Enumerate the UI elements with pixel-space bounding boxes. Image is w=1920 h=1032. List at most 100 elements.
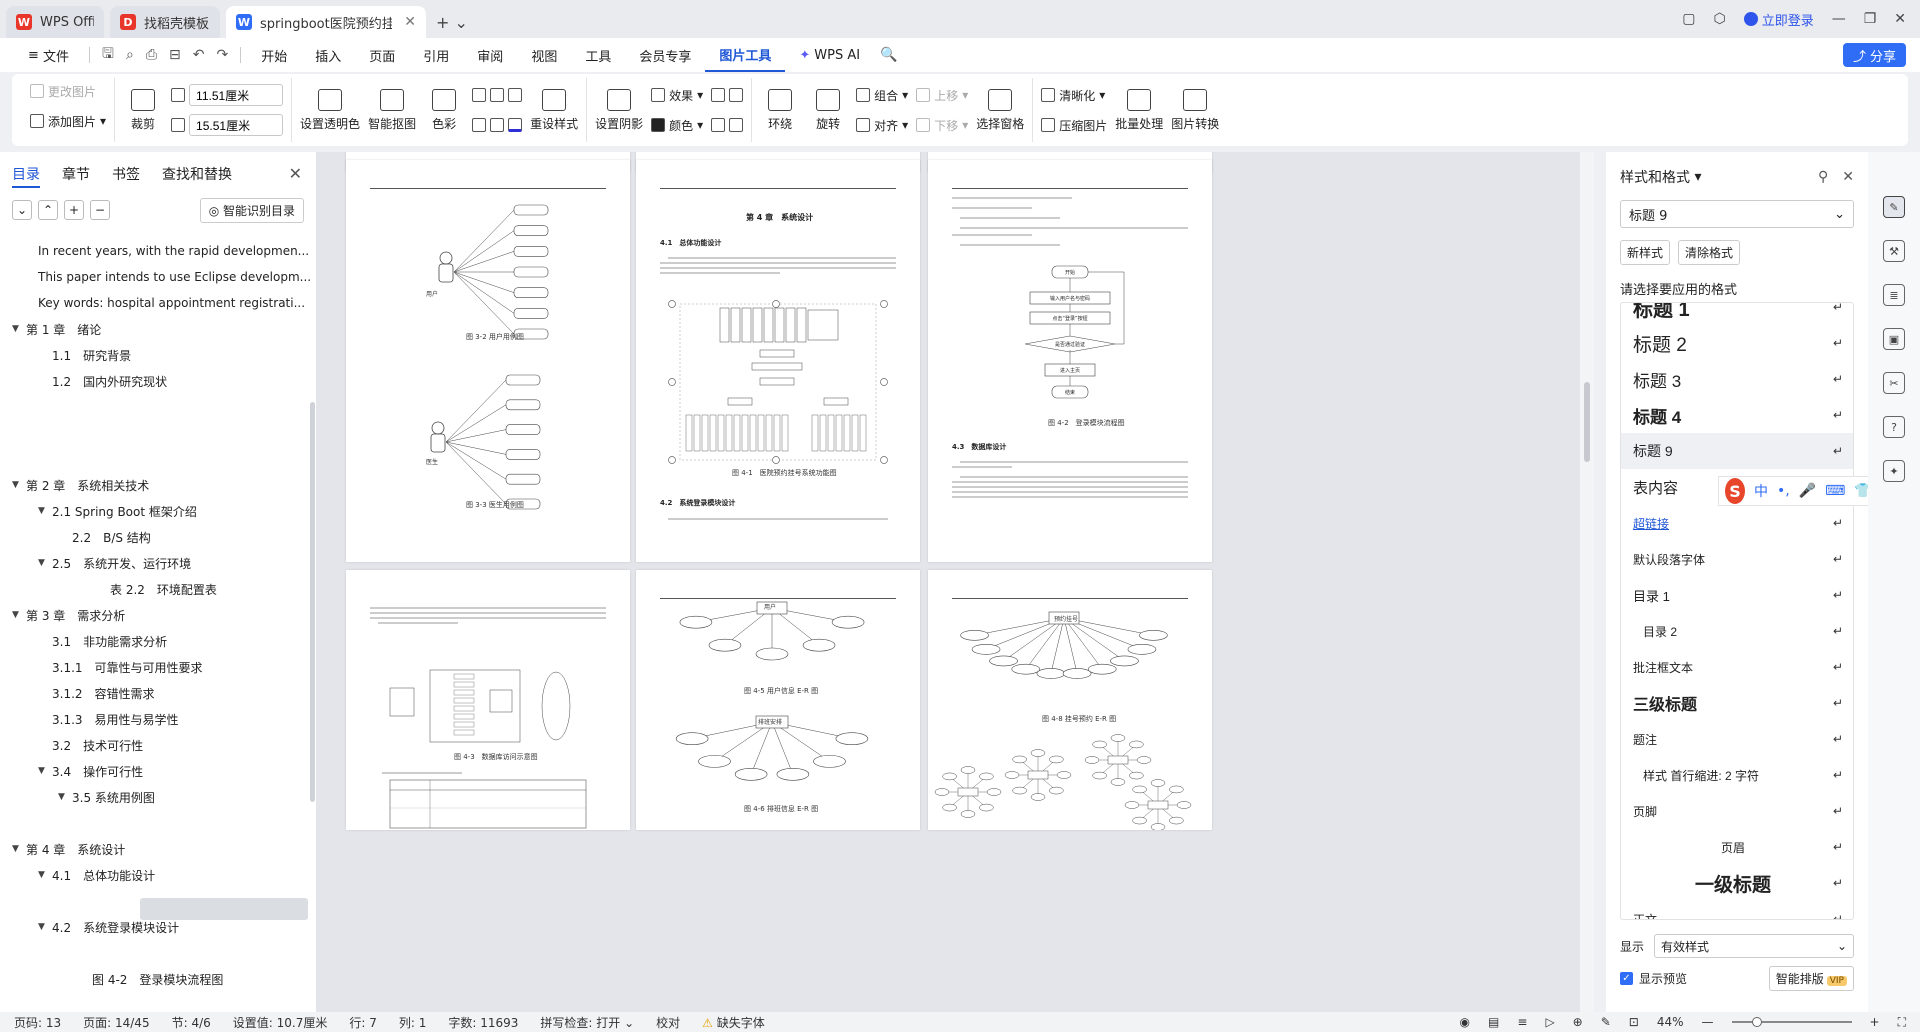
expand-arrow-icon[interactable]: ▼ xyxy=(38,506,52,516)
toc-item[interactable]: ▼ 第 4 章 系统设计 xyxy=(0,836,316,862)
browser-tab[interactable]: Wspringboot医院预约挂号系统✕ xyxy=(226,6,426,38)
set-transparent-button[interactable]: 设置透明色 xyxy=(300,88,360,132)
line-color-icon[interactable] xyxy=(508,118,523,132)
save-icon[interactable]: 🖫 xyxy=(96,43,120,67)
style-item[interactable]: 目录 2 ↵ xyxy=(1621,613,1853,649)
toc-item[interactable] xyxy=(0,940,316,966)
image-icon[interactable]: ▣ xyxy=(1883,328,1905,350)
login-button[interactable]: 立即登录 xyxy=(1743,10,1814,29)
plugin-icon[interactable]: ✦ xyxy=(1883,460,1905,482)
status-page[interactable]: 页面: 14/45 xyxy=(83,1014,149,1031)
clarify-button[interactable]: 清晰化 ▾ xyxy=(1041,82,1107,108)
style-item[interactable]: 标题 4 ↵ xyxy=(1621,397,1853,433)
ime-mic-icon[interactable]: 🎤 xyxy=(1799,483,1816,499)
preview-checkbox[interactable]: ✓ xyxy=(1620,972,1633,985)
toc-item[interactable]: ▼ 2.1 Spring Boot 框架介绍 xyxy=(0,498,316,524)
style-item[interactable]: 标题 1 ↵ xyxy=(1621,303,1853,325)
toc-item[interactable]: ▼ 第 3 章 需求分析 xyxy=(0,602,316,628)
menu-item[interactable]: 视图 xyxy=(517,38,571,72)
style-brush-icon[interactable]: ✎ xyxy=(1883,196,1905,218)
page-db-access[interactable]: 图 4-3 数据库访问示意图 xyxy=(346,570,630,830)
shadow-small4-icon[interactable] xyxy=(729,118,744,132)
color-button[interactable]: 色彩 xyxy=(424,88,464,132)
page-er-diagrams-2[interactable]: 预约挂号 图 4-8 挂号预约 E-R 图 xyxy=(928,570,1212,830)
toc-item[interactable]: 3.1.3 易用性与易学性 xyxy=(0,706,316,732)
nav-tab[interactable]: 查找和替换 xyxy=(162,164,232,188)
width-input[interactable] xyxy=(189,84,284,106)
zoom-in-icon[interactable]: + xyxy=(1870,1015,1880,1029)
style-item[interactable]: 正文 ↵ xyxy=(1621,901,1853,919)
wrap-button[interactable]: 环绕 xyxy=(760,88,800,132)
align-button[interactable]: 对齐 ▾ xyxy=(856,112,908,138)
expand-arrow-icon[interactable]: ▼ xyxy=(38,558,52,568)
effects-button[interactable]: 效果 ▾ xyxy=(651,82,703,108)
new-tab-button[interactable]: + ⌄ xyxy=(426,6,478,38)
sun-dim-icon[interactable] xyxy=(490,118,505,132)
toc-item[interactable]: 3.2 技术可行性 xyxy=(0,732,316,758)
contrast-icon[interactable] xyxy=(490,88,505,102)
move-down-button[interactable]: 下移 ▾ xyxy=(916,112,968,138)
toc-item[interactable]: 表 2.2 环境配置表 xyxy=(0,576,316,602)
style-item[interactable]: 标题 2 ↵ xyxy=(1621,325,1853,361)
smart-layout-button[interactable]: 智能排版 VIP xyxy=(1768,966,1854,991)
pen-icon[interactable]: ✎ xyxy=(1601,1015,1611,1029)
batch-button[interactable]: 批量处理 xyxy=(1115,88,1163,132)
border-color-button[interactable]: 颜色 ▾ xyxy=(651,112,703,138)
nav-tab[interactable]: 章节 xyxy=(62,164,90,188)
nav-tab[interactable]: 目录 xyxy=(12,164,40,188)
toc-item[interactable]: 3.1.2 容错性需求 xyxy=(0,680,316,706)
toc-item[interactable]: Key words: hospital appointment registra… xyxy=(0,290,316,316)
nav-tab[interactable]: 书签 xyxy=(112,164,140,188)
toc-item[interactable] xyxy=(0,394,316,420)
help-icon[interactable]: ? xyxy=(1883,416,1905,438)
toc-item[interactable] xyxy=(0,810,316,836)
brightness-icon[interactable] xyxy=(472,88,487,102)
wps-ai-button[interactable]: ✦ WPS AI xyxy=(785,38,874,72)
crop-button[interactable]: 裁剪 xyxy=(123,88,163,132)
style-item[interactable]: 三级标题 ↵ xyxy=(1621,685,1853,721)
add-image-button[interactable]: 添加图片 ▾ xyxy=(30,108,106,134)
redo-icon[interactable]: ↷ xyxy=(211,47,235,63)
page-use-case[interactable]: 用户 图 3-2 用户用例图 医生 图 3-3 医生用例图 xyxy=(346,160,630,562)
toc-item[interactable]: ▼ 第 2 章 系统相关技术 xyxy=(0,472,316,498)
preview-icon[interactable]: ⊟ xyxy=(163,47,187,63)
zoom-level[interactable]: 44% xyxy=(1657,1015,1684,1029)
expand-arrow-icon[interactable]: ▼ xyxy=(38,870,52,880)
style-item[interactable]: 页眉 ↵ xyxy=(1621,829,1853,865)
style-item[interactable]: 标题 9 ↵ xyxy=(1621,433,1853,469)
add-icon[interactable]: + xyxy=(64,200,84,220)
style-item[interactable]: 一级标题 ↵ xyxy=(1621,865,1853,901)
ime-chinese-icon[interactable]: 中 xyxy=(1754,481,1768,501)
cube-icon[interactable]: ⬡ xyxy=(1713,11,1725,27)
toc-item[interactable]: 图 4-2 登录模块流程图 xyxy=(0,966,316,992)
toc-item[interactable]: 3.1 非功能需求分析 xyxy=(0,628,316,654)
page-view-icon[interactable]: ▤ xyxy=(1488,1015,1499,1029)
outline-view-icon[interactable]: ≡ xyxy=(1517,1015,1527,1029)
web-view-icon[interactable]: ⊕ xyxy=(1573,1015,1583,1029)
close-window-button[interactable]: ✕ xyxy=(1894,11,1906,27)
new-style-button[interactable]: 新样式 xyxy=(1620,240,1671,265)
ime-punct-icon[interactable]: •, xyxy=(1777,483,1790,499)
toc-item[interactable]: This paper intends to use Eclipse develo… xyxy=(0,264,316,290)
close-tab-icon[interactable]: ✕ xyxy=(404,14,416,30)
style-item[interactable]: 目录 1 ↵ xyxy=(1621,577,1853,613)
style-item[interactable]: 批注框文本 ↵ xyxy=(1621,649,1853,685)
file-menu[interactable]: ≡ 文件 xyxy=(14,38,83,72)
current-style-select[interactable]: 标题 9 ⌄ xyxy=(1620,200,1854,228)
page-er-diagrams[interactable]: 用户 图 4-5 用户信息 E-R 图 排班安排 图 4-6 排班信息 E-R … xyxy=(636,570,920,830)
eye-icon[interactable]: ◉ xyxy=(1460,1015,1470,1029)
menu-item[interactable]: 页面 xyxy=(355,38,409,72)
restore-button[interactable]: ❐ xyxy=(1864,11,1877,27)
tools-icon[interactable]: ✂ xyxy=(1883,372,1905,394)
status-proof[interactable]: 校对 xyxy=(656,1014,680,1031)
toc-item[interactable]: ▼ 3.5 系统用例图 xyxy=(0,784,316,810)
play-icon[interactable]: ▷ xyxy=(1545,1015,1554,1029)
style-item[interactable]: 样式 首行缩进: 2 字符 ↵ xyxy=(1621,757,1853,793)
status-words[interactable]: 字数: 11693 xyxy=(448,1014,518,1031)
expand-arrow-icon[interactable]: ▼ xyxy=(38,766,52,776)
minimize-button[interactable]: — xyxy=(1832,11,1846,27)
toc-item[interactable]: 3.1.1 可靠性与可用性要求 xyxy=(0,654,316,680)
print-icon[interactable]: ⎙ xyxy=(140,47,163,63)
search-icon[interactable]: 🔍 xyxy=(874,47,903,63)
rotate-button[interactable]: 旋转 xyxy=(808,88,848,132)
